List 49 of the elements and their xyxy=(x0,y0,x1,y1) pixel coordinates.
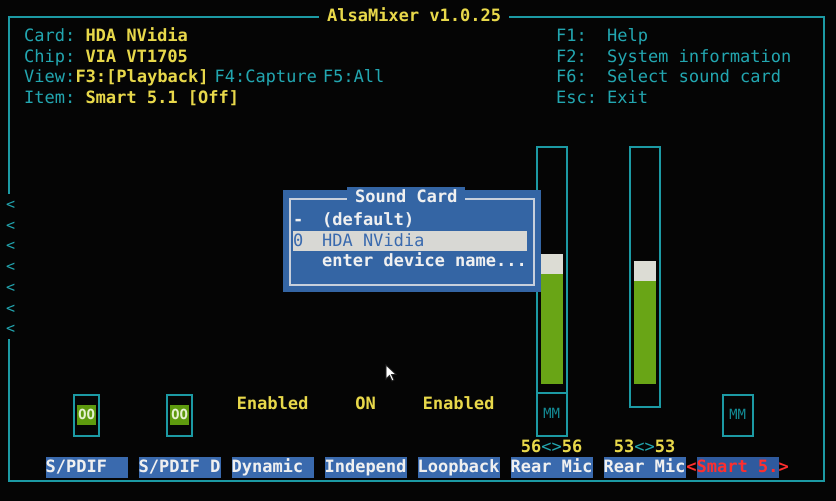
enum-value[interactable]: ON xyxy=(355,394,376,414)
shortcut-label: Help xyxy=(607,26,648,46)
control-label[interactable]: Rear Mic xyxy=(510,457,592,478)
shortcut-key: Esc: xyxy=(556,88,607,109)
mute-box[interactable]: MM xyxy=(536,394,568,437)
scroll-indicator: < xyxy=(6,194,16,215)
info-value: VIA VT1705 xyxy=(85,46,188,67)
shortcut-key: F1: xyxy=(556,26,607,47)
selection-marker: > xyxy=(778,457,789,478)
info-label: Chip: xyxy=(24,46,76,67)
enum-value[interactable]: Enabled xyxy=(236,394,308,414)
scroll-indicator: < xyxy=(6,318,16,339)
enum-value[interactable]: Enabled xyxy=(422,394,494,414)
shortcut-label: Exit xyxy=(607,88,648,108)
sound-card-option[interactable]: 0 HDA NVidia xyxy=(293,230,527,252)
info-value: HDA NVidia xyxy=(85,26,188,46)
view-tab[interactable]: F4:Capture xyxy=(214,67,317,88)
mouse-pointer-icon xyxy=(385,364,397,382)
shortcut-label: Select sound card xyxy=(607,67,781,88)
volume-value: 53<>53 xyxy=(614,436,676,458)
scroll-indicator: < xyxy=(6,256,16,277)
switch-box[interactable]: OO xyxy=(166,394,193,437)
view-tab[interactable]: F5:All xyxy=(322,67,384,88)
switch-box[interactable]: OO xyxy=(73,394,100,437)
selection-marker: < xyxy=(686,457,696,478)
shortcut-label: System information xyxy=(607,46,792,67)
shortcut-key: F6: xyxy=(556,67,607,88)
mute-box[interactable]: MM xyxy=(722,394,754,437)
info-label: Item: xyxy=(24,88,76,108)
control-label[interactable]: Dynamic xyxy=(232,457,314,478)
control-label[interactable]: Independ xyxy=(324,457,406,478)
control-label[interactable]: S/PDIF D xyxy=(138,457,220,478)
sound-card-option[interactable]: - (default) xyxy=(293,210,527,231)
sound-card-option[interactable]: enter device name... xyxy=(293,251,527,272)
control-label[interactable]: Loopback xyxy=(418,457,500,478)
info-label: View: xyxy=(24,67,76,88)
switch-state: OO xyxy=(170,405,189,426)
scroll-indicator: < xyxy=(6,235,16,256)
volume-value: 56<>56 xyxy=(520,436,582,458)
info-label: Card: xyxy=(24,26,76,46)
info-value: Smart 5.1 [Off] xyxy=(85,88,239,108)
view-tab[interactable]: F3:[Playback] xyxy=(75,67,208,88)
control-label[interactable]: Rear Mic xyxy=(604,457,686,478)
scroll-indicator: < xyxy=(6,276,16,298)
scroll-indicator: < xyxy=(6,298,16,318)
scroll-indicator: < xyxy=(6,214,16,236)
switch-state: OO xyxy=(77,405,96,426)
shortcut-key: F2: xyxy=(556,46,607,68)
control-label[interactable]: S/PDIF xyxy=(46,457,128,478)
